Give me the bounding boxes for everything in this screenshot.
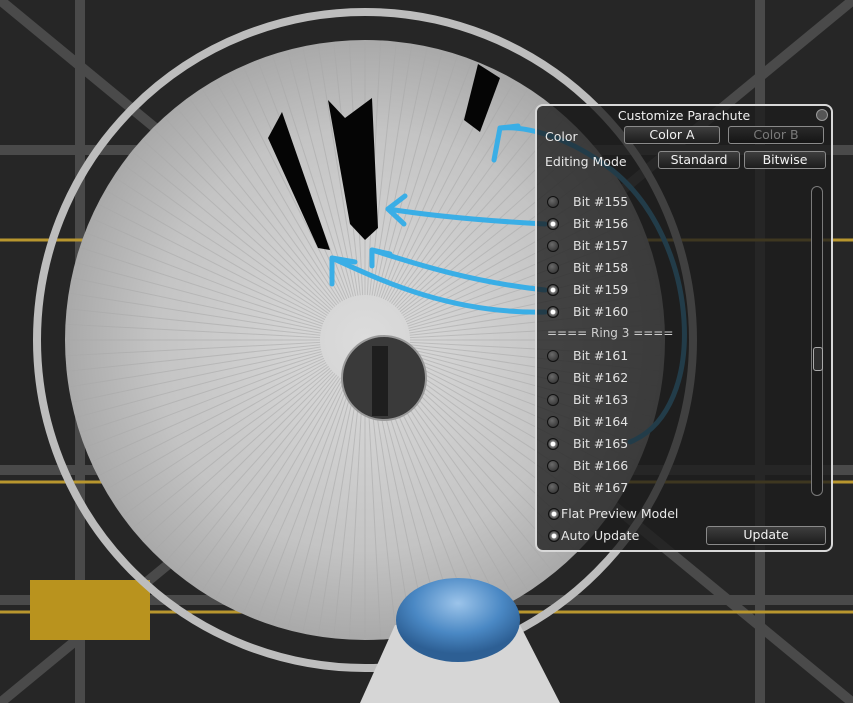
bit-row[interactable]: Bit #163 [541,390,801,410]
radio-button[interactable] [547,416,559,428]
radio-button[interactable] [547,306,559,318]
bit-label: Bit #157 [573,238,629,253]
bit-row[interactable]: Bit #160 [541,302,801,322]
vent-view-structure [372,346,388,416]
radio-button[interactable] [547,218,559,230]
bit-label: Bit #161 [573,348,629,363]
bit-row[interactable]: Bit #155 [541,192,801,212]
bit-label: Bit #167 [573,480,629,495]
bit-label: Bit #158 [573,260,629,275]
radio-button[interactable] [547,350,559,362]
radio-button[interactable] [547,240,559,252]
bit-row[interactable]: Bit #166 [541,456,801,476]
bit-row[interactable]: Bit #164 [541,412,801,432]
radio-button[interactable] [547,372,559,384]
bit-row[interactable]: Bit #157 [541,236,801,256]
bit-row[interactable]: Bit #167 [541,478,801,498]
bit-label: Bit #162 [573,370,629,385]
bit-row[interactable]: Bit #161 [541,346,801,366]
bit-label: Bit #160 [573,304,629,319]
capsule-nose [396,578,520,662]
editing-mode-label: Editing Mode [545,154,627,169]
color-b-button[interactable]: Color B [728,126,824,144]
bit-label: Bit #166 [573,458,629,473]
auto-update-label: Auto Update [561,528,640,543]
bit-label: Bit #159 [573,282,629,297]
bit-row[interactable]: Bit #158 [541,258,801,278]
bitwise-mode-button[interactable]: Bitwise [744,151,826,169]
bit-label: Bit #155 [573,194,629,209]
scrollbar-thumb[interactable] [813,347,823,371]
radio-button[interactable] [547,284,559,296]
flat-preview-toggle[interactable] [548,508,560,520]
customize-parachute-panel: Customize Parachute Color Color A Color … [535,104,833,552]
bit-label: Bit #165 [573,436,629,451]
bit-label: Bit #164 [573,414,629,429]
panel-title: Customize Parachute [617,108,751,123]
bit-row[interactable]: Bit #162 [541,368,801,388]
bit-row[interactable]: Bit #165 [541,434,801,454]
ring-header: ==== Ring 3 ==== [547,326,674,340]
bit-label: Bit #163 [573,392,629,407]
bit-label: Bit #156 [573,216,629,231]
bit-row[interactable]: Bit #159 [541,280,801,300]
radio-button[interactable] [547,482,559,494]
color-a-button[interactable]: Color A [624,126,720,144]
auto-update-toggle[interactable] [548,530,560,542]
bit-list: Bit #155 Bit #156 Bit #157 Bit #158 Bit … [541,178,809,500]
radio-button[interactable] [547,394,559,406]
scrollbar[interactable] [811,186,823,496]
radio-button[interactable] [547,196,559,208]
radio-button[interactable] [547,438,559,450]
flat-preview-label: Flat Preview Model [561,506,679,521]
update-button[interactable]: Update [706,526,826,545]
color-label: Color [545,129,578,144]
bit-row[interactable]: Bit #156 [541,214,801,234]
radio-button[interactable] [547,262,559,274]
standard-mode-button[interactable]: Standard [658,151,740,169]
radio-button[interactable] [547,460,559,472]
forklift [30,580,150,640]
close-icon[interactable] [816,109,828,121]
